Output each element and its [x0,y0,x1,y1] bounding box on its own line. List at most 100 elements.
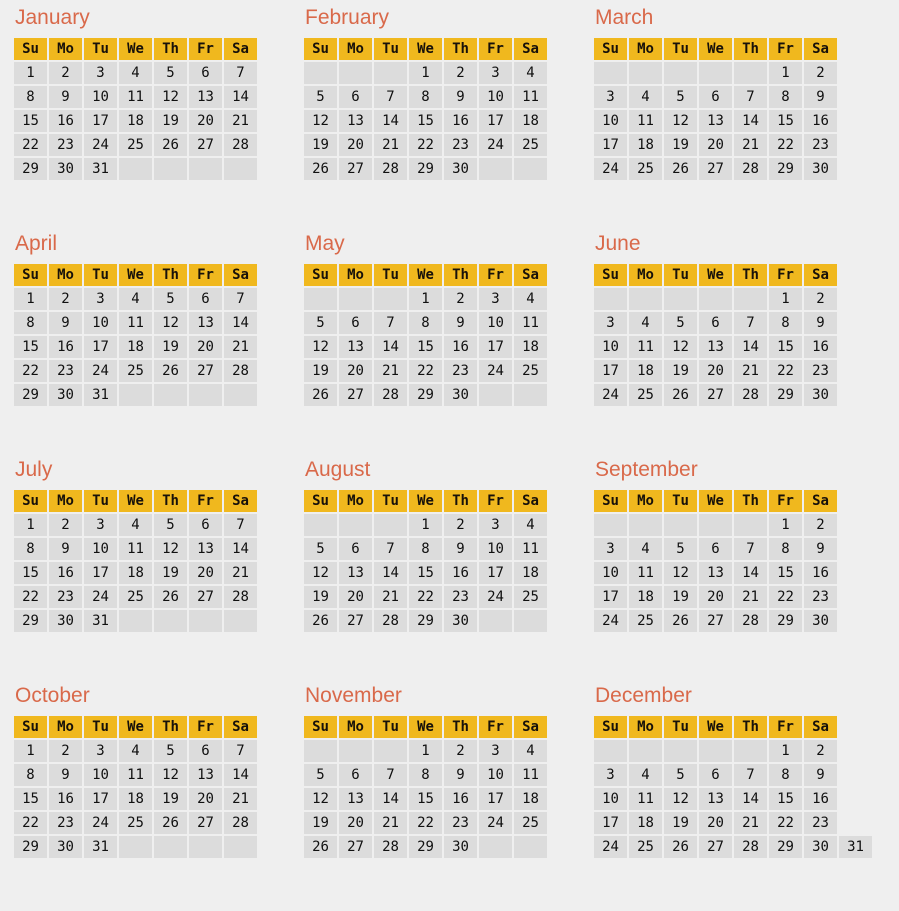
day-cell[interactable]: 6 [339,538,372,560]
day-cell[interactable]: 22 [409,812,442,834]
day-cell[interactable]: 31 [84,384,117,406]
day-cell[interactable]: 21 [374,360,407,382]
day-cell[interactable]: 18 [514,562,547,584]
day-cell[interactable]: 1 [769,62,802,84]
day-cell[interactable]: 29 [769,384,802,406]
day-cell[interactable]: 24 [84,812,117,834]
day-cell[interactable]: 3 [479,514,512,536]
day-cell[interactable]: 28 [734,610,767,632]
day-cell[interactable]: 18 [514,336,547,358]
day-cell[interactable]: 8 [14,538,47,560]
day-cell[interactable]: 30 [804,836,837,858]
day-cell[interactable]: 25 [119,360,152,382]
day-cell[interactable]: 5 [154,288,187,310]
day-cell[interactable]: 27 [699,836,732,858]
day-cell[interactable]: 5 [664,312,697,334]
day-cell[interactable]: 8 [409,86,442,108]
day-cell[interactable]: 25 [514,812,547,834]
day-cell[interactable]: 22 [769,134,802,156]
day-cell[interactable]: 7 [734,764,767,786]
day-cell[interactable]: 17 [594,134,627,156]
day-cell[interactable]: 6 [699,538,732,560]
day-cell[interactable]: 2 [444,62,477,84]
day-cell[interactable]: 14 [224,764,257,786]
day-cell[interactable]: 2 [804,514,837,536]
day-cell[interactable]: 15 [769,110,802,132]
day-cell[interactable]: 5 [664,86,697,108]
day-cell[interactable]: 16 [444,562,477,584]
day-cell[interactable]: 28 [224,360,257,382]
day-cell[interactable]: 8 [769,312,802,334]
day-cell[interactable]: 4 [629,312,662,334]
day-cell[interactable]: 24 [479,586,512,608]
day-cell[interactable]: 19 [154,336,187,358]
day-cell[interactable]: 5 [304,312,337,334]
day-cell[interactable]: 16 [49,336,82,358]
day-cell[interactable]: 30 [444,158,477,180]
day-cell[interactable]: 1 [409,62,442,84]
day-cell[interactable]: 21 [734,586,767,608]
day-cell[interactable]: 9 [444,86,477,108]
day-cell[interactable]: 6 [189,740,222,762]
day-cell[interactable]: 12 [304,788,337,810]
day-cell[interactable]: 24 [594,158,627,180]
day-cell[interactable]: 15 [769,562,802,584]
day-cell[interactable]: 12 [304,562,337,584]
day-cell[interactable]: 7 [734,538,767,560]
day-cell[interactable]: 10 [479,312,512,334]
day-cell[interactable]: 8 [769,538,802,560]
day-cell[interactable]: 3 [594,538,627,560]
day-cell[interactable]: 13 [189,538,222,560]
day-cell[interactable]: 11 [629,788,662,810]
day-cell[interactable]: 18 [514,110,547,132]
day-cell[interactable]: 14 [734,336,767,358]
day-cell[interactable]: 27 [189,586,222,608]
day-cell[interactable]: 16 [804,110,837,132]
day-cell[interactable]: 10 [479,538,512,560]
day-cell[interactable]: 9 [444,538,477,560]
day-cell[interactable]: 13 [339,110,372,132]
day-cell[interactable]: 12 [664,788,697,810]
day-cell[interactable]: 15 [14,110,47,132]
day-cell[interactable]: 25 [119,134,152,156]
day-cell[interactable]: 26 [154,360,187,382]
day-cell[interactable]: 17 [594,360,627,382]
day-cell[interactable]: 7 [224,740,257,762]
day-cell[interactable]: 10 [479,764,512,786]
day-cell[interactable]: 12 [304,336,337,358]
day-cell[interactable]: 2 [444,514,477,536]
day-cell[interactable]: 26 [664,610,697,632]
day-cell[interactable]: 12 [664,562,697,584]
day-cell[interactable]: 3 [84,514,117,536]
day-cell[interactable]: 8 [769,86,802,108]
day-cell[interactable]: 4 [514,514,547,536]
day-cell[interactable]: 13 [339,336,372,358]
day-cell[interactable]: 15 [14,788,47,810]
day-cell[interactable]: 25 [514,134,547,156]
day-cell[interactable]: 14 [734,788,767,810]
day-cell[interactable]: 12 [304,110,337,132]
day-cell[interactable]: 13 [189,86,222,108]
day-cell[interactable]: 26 [154,586,187,608]
day-cell[interactable]: 29 [409,158,442,180]
day-cell[interactable]: 11 [514,312,547,334]
day-cell[interactable]: 9 [804,312,837,334]
day-cell[interactable]: 21 [374,812,407,834]
day-cell[interactable]: 30 [49,384,82,406]
day-cell[interactable]: 28 [374,836,407,858]
day-cell[interactable]: 27 [699,158,732,180]
day-cell[interactable]: 19 [154,562,187,584]
day-cell[interactable]: 28 [224,812,257,834]
day-cell[interactable]: 15 [409,110,442,132]
day-cell[interactable]: 13 [339,788,372,810]
day-cell[interactable]: 12 [154,312,187,334]
day-cell[interactable]: 3 [594,312,627,334]
day-cell[interactable]: 16 [444,336,477,358]
day-cell[interactable]: 20 [339,586,372,608]
day-cell[interactable]: 8 [409,764,442,786]
day-cell[interactable]: 1 [14,514,47,536]
day-cell[interactable]: 17 [84,110,117,132]
day-cell[interactable]: 23 [804,586,837,608]
day-cell[interactable]: 24 [84,586,117,608]
day-cell[interactable]: 29 [409,836,442,858]
